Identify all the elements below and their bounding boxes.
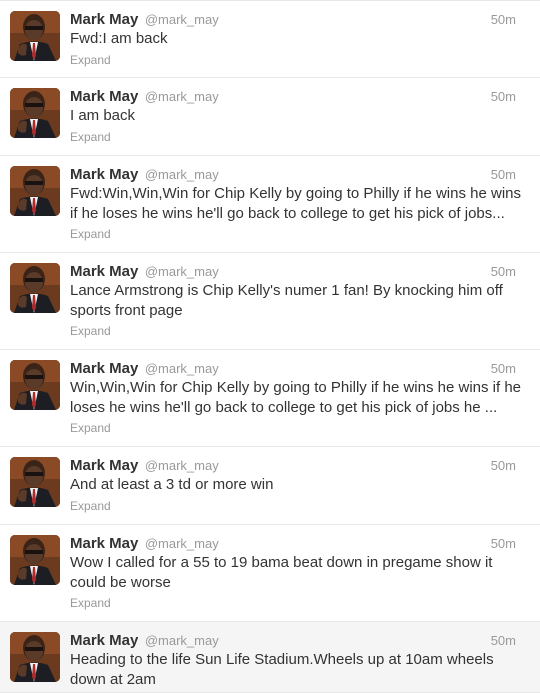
author-handle[interactable]: @mark_may bbox=[145, 12, 219, 27]
expand-link[interactable]: Expand bbox=[70, 52, 528, 68]
tweet-header: Mark May @mark_may 50m bbox=[70, 87, 528, 106]
tweet-header: Mark May @mark_may 50m bbox=[70, 262, 528, 281]
expand-link[interactable]: Expand bbox=[70, 129, 528, 145]
tweet-timestamp[interactable]: 50m bbox=[491, 10, 516, 29]
avatar-photo bbox=[10, 88, 60, 138]
tweet-timestamp[interactable]: 50m bbox=[491, 631, 516, 650]
avatar[interactable] bbox=[10, 457, 60, 507]
tweet-text: Win,Win,Win for Chip Kelly by going to P… bbox=[70, 379, 522, 416]
avatar-photo bbox=[10, 457, 60, 507]
tweet-timestamp[interactable]: 50m bbox=[491, 87, 516, 106]
expand-link[interactable]: Expand bbox=[70, 226, 528, 242]
author-name[interactable]: Mark May bbox=[70, 263, 138, 280]
avatar-photo bbox=[10, 166, 60, 216]
tweet-timestamp[interactable]: 50m bbox=[491, 262, 516, 281]
tweet-text: Lance Armstrong is Chip Kelly's numer 1 … bbox=[70, 282, 503, 319]
avatar-photo bbox=[10, 360, 60, 410]
tweet-text: Heading to the life Sun Life Stadium.Whe… bbox=[70, 651, 494, 688]
author-name[interactable]: Mark May bbox=[70, 632, 138, 649]
avatar[interactable] bbox=[10, 11, 60, 61]
tweet-timeline: Mark May @mark_may 50m Fwd:I am back Exp… bbox=[0, 0, 540, 693]
avatar[interactable] bbox=[10, 263, 60, 313]
tweet-item[interactable]: Mark May @mark_may 50m Fwd:Win,Win,Win f… bbox=[0, 156, 540, 253]
tweet-list: Mark May @mark_may 50m Fwd:I am back Exp… bbox=[0, 1, 540, 693]
author-handle[interactable]: @mark_may bbox=[145, 264, 219, 279]
avatar[interactable] bbox=[10, 535, 60, 585]
author-name[interactable]: Mark May bbox=[70, 11, 138, 28]
avatar-photo bbox=[10, 263, 60, 313]
tweet-item[interactable]: Mark May @mark_may 50m Wow I called for … bbox=[0, 525, 540, 622]
author-name[interactable]: Mark May bbox=[70, 360, 138, 377]
tweet-item[interactable]: Mark May @mark_may 50m Lance Armstrong i… bbox=[0, 253, 540, 350]
author-handle[interactable]: @mark_may bbox=[145, 361, 219, 376]
avatar[interactable] bbox=[10, 166, 60, 216]
author-handle[interactable]: @mark_may bbox=[145, 458, 219, 473]
tweet-header: Mark May @mark_may 50m bbox=[70, 10, 528, 29]
tweet-header: Mark May @mark_may 50m bbox=[70, 165, 528, 184]
tweet-header: Mark May @mark_may 50m bbox=[70, 631, 528, 650]
tweet-item[interactable]: Mark May @mark_may 50m I am back Expand bbox=[0, 78, 540, 156]
author-name[interactable]: Mark May bbox=[70, 166, 138, 183]
tweet-header: Mark May @mark_may 50m bbox=[70, 359, 528, 378]
tweet-timestamp[interactable]: 50m bbox=[491, 456, 516, 475]
avatar[interactable] bbox=[10, 360, 60, 410]
tweet-timestamp[interactable]: 50m bbox=[491, 534, 516, 553]
tweet-header: Mark May @mark_may 50m bbox=[70, 456, 528, 475]
tweet-text: Wow I called for a 55 to 19 bama beat do… bbox=[70, 554, 493, 591]
expand-link[interactable]: Expand bbox=[70, 498, 528, 514]
tweet-text: Fwd:I am back bbox=[70, 30, 168, 47]
tweet-text: I am back bbox=[70, 107, 136, 124]
author-name[interactable]: Mark May bbox=[70, 535, 138, 552]
author-handle[interactable]: @mark_may bbox=[145, 633, 219, 648]
avatar-photo bbox=[10, 535, 60, 585]
avatar[interactable] bbox=[10, 632, 60, 682]
tweet-item[interactable]: Mark May @mark_may 50m And at least a 3 … bbox=[0, 447, 540, 525]
author-name[interactable]: Mark May bbox=[70, 457, 138, 474]
author-handle[interactable]: @mark_may bbox=[145, 89, 219, 104]
expand-link[interactable]: Expand bbox=[70, 595, 528, 611]
tweet-timestamp[interactable]: 50m bbox=[491, 359, 516, 378]
tweet-item[interactable]: Mark May @mark_may 50m Win,Win,Win for C… bbox=[0, 350, 540, 447]
avatar-photo bbox=[10, 632, 60, 682]
author-handle[interactable]: @mark_may bbox=[145, 536, 219, 551]
tweet-text: Fwd:Win,Win,Win for Chip Kelly by going … bbox=[70, 185, 521, 222]
avatar-photo bbox=[10, 11, 60, 61]
expand-link[interactable]: Expand bbox=[70, 420, 528, 436]
tweet-item[interactable]: Mark May @mark_may 50m Heading to the li… bbox=[0, 622, 540, 693]
tweet-header: Mark May @mark_may 50m bbox=[70, 534, 528, 553]
tweet-text: And at least a 3 td or more win bbox=[70, 476, 274, 493]
tweet-item[interactable]: Mark May @mark_may 50m Fwd:I am back Exp… bbox=[0, 1, 540, 78]
avatar[interactable] bbox=[10, 88, 60, 138]
author-handle[interactable]: @mark_may bbox=[145, 167, 219, 182]
author-name[interactable]: Mark May bbox=[70, 88, 138, 105]
tweet-timestamp[interactable]: 50m bbox=[491, 165, 516, 184]
expand-link[interactable]: Expand bbox=[70, 323, 528, 339]
